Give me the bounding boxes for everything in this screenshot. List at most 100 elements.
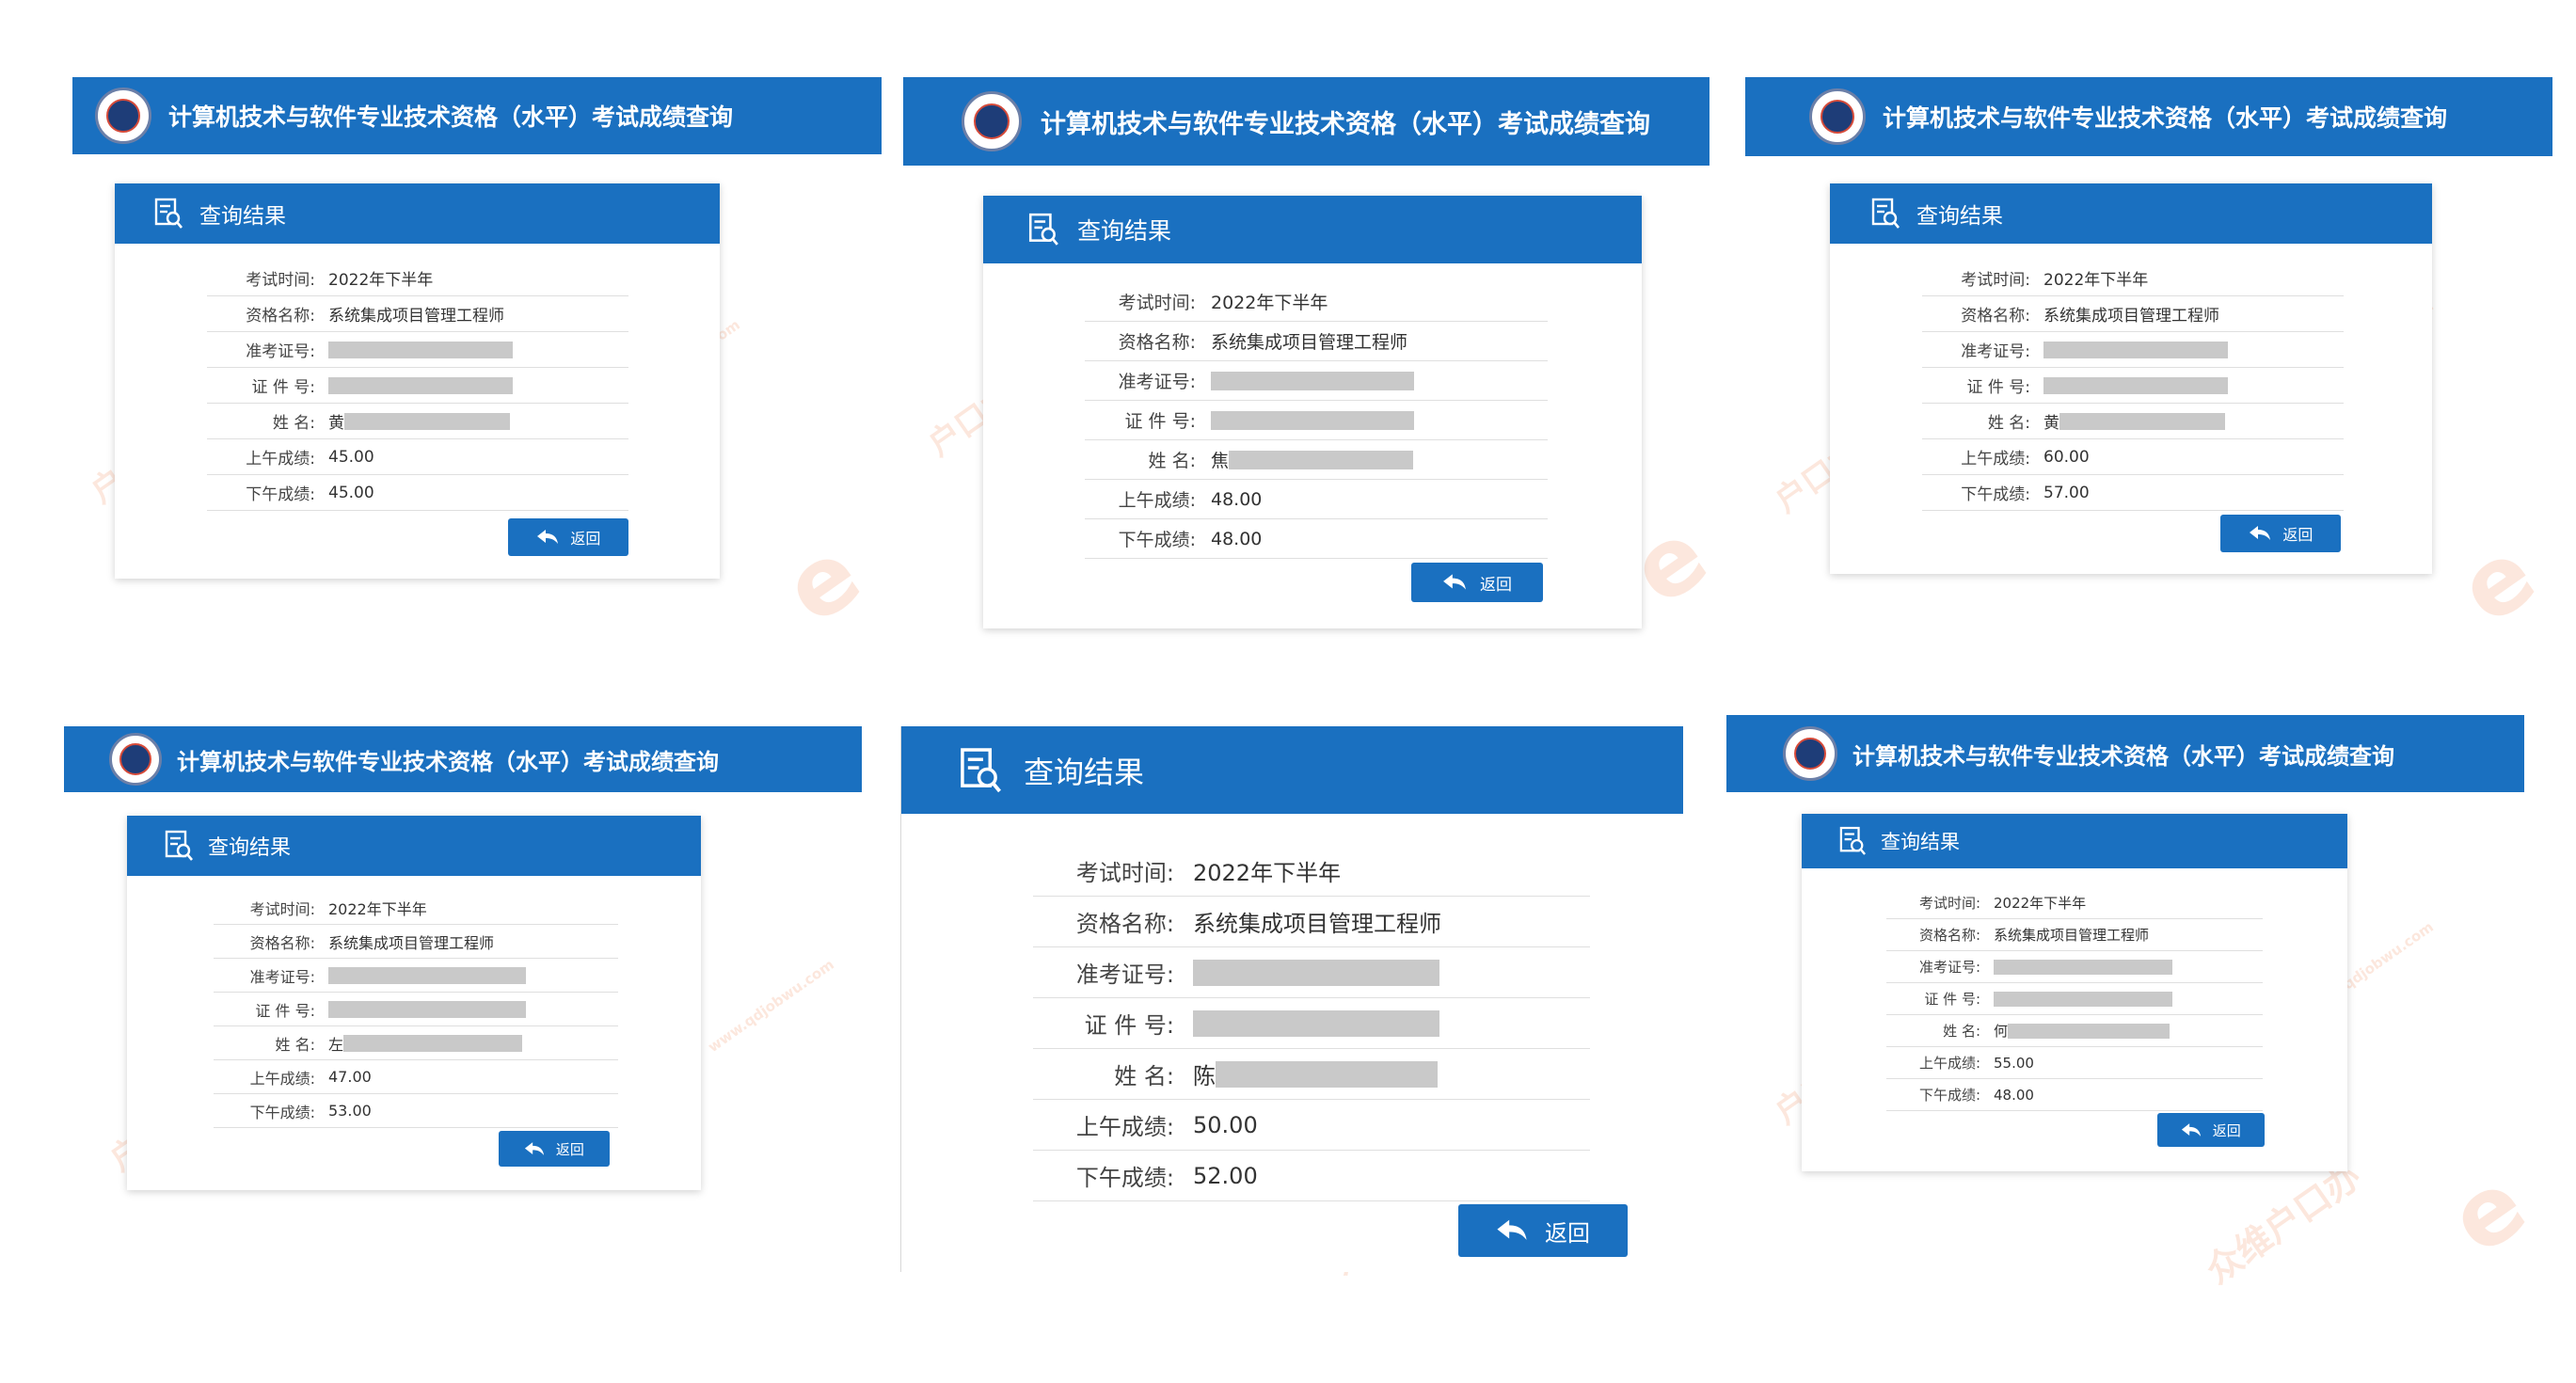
- panel-header: 查询结果: [983, 196, 1642, 263]
- back-button-label: 返回: [1545, 1219, 1590, 1247]
- row-ticket: 准考证号:: [207, 332, 628, 368]
- row-name: 姓 名: 黄: [207, 404, 628, 439]
- value-qualification: 系统集成项目管理工程师: [1193, 911, 1441, 937]
- redacted-ticket: [328, 341, 513, 358]
- value-exam-time: 2022年下半年: [2043, 271, 2149, 290]
- result-panel: 查询结果 考试时间: 2022年下半年 资格名称: 系统集成项目管理工程师 准考证号…: [1802, 814, 2347, 1171]
- row-pm-score: 下午成绩: 48.00: [1085, 519, 1548, 559]
- exam-logo-icon: [1783, 726, 1837, 781]
- site-banner: 计算机技术与软件专业技术资格（水平）考试成绩查询: [72, 77, 882, 154]
- label-exam-time: 考试时间:: [249, 899, 315, 918]
- row-ticket: 准考证号:: [1886, 951, 2263, 983]
- row-am-score: 上午成绩: 60.00: [1922, 439, 2344, 475]
- label-exam-time: 考试时间:: [1075, 860, 1174, 886]
- redacted-name: [344, 412, 510, 430]
- label-am-score: 上午成绩:: [249, 1069, 315, 1088]
- row-ticket: 准考证号:: [1922, 332, 2344, 368]
- redacted-name: [1216, 1060, 1438, 1088]
- redacted-id: [1211, 410, 1414, 430]
- label-qualification: 资格名称:: [246, 307, 315, 326]
- value-pm-score: 45.00: [328, 483, 374, 502]
- row-pm-score: 下午成绩: 57.00: [1922, 475, 2344, 511]
- row-qualification: 资格名称: 系统集成项目管理工程师: [1085, 322, 1548, 361]
- row-am-score: 上午成绩: 50.00: [1033, 1100, 1590, 1151]
- label-ticket: 准考证号:: [1075, 962, 1174, 988]
- value-qualification: 系统集成项目管理工程师: [1994, 927, 2150, 944]
- site-banner: 计算机技术与软件专业技术资格（水平）考试成绩查询: [1745, 77, 2552, 156]
- back-button-label: 返回: [555, 1140, 584, 1158]
- back-button[interactable]: 返回: [1458, 1204, 1628, 1257]
- label-exam-time: 考试时间:: [1918, 895, 1980, 912]
- value-name-prefix: 焦: [1211, 451, 1230, 471]
- value-exam-time: 2022年下半年: [328, 899, 427, 918]
- row-id: 证 件 号:: [214, 993, 618, 1026]
- banner-title: 计算机技术与软件专业技术资格（水平）考试成绩查询: [177, 748, 719, 775]
- row-exam-time: 考试时间: 2022年下半年: [1085, 282, 1548, 322]
- value-am-score: 45.00: [328, 447, 374, 467]
- label-ticket: 准考证号:: [249, 967, 315, 986]
- back-button[interactable]: 返回: [508, 518, 628, 556]
- row-exam-time: 考试时间: 2022年下半年: [1886, 887, 2263, 919]
- row-am-score: 上午成绩: 55.00: [1886, 1047, 2263, 1079]
- value-pm-score: 52.00: [1193, 1162, 1258, 1189]
- back-button[interactable]: 返回: [2220, 515, 2341, 552]
- label-am-score: 上午成绩:: [1918, 1055, 1980, 1072]
- label-qualification: 资格名称:: [1075, 911, 1174, 937]
- label-name: 姓 名:: [1148, 451, 1196, 471]
- label-id: 证 件 号:: [1124, 411, 1196, 432]
- value-am-score: 55.00: [1994, 1054, 2034, 1072]
- watermark-logo: e: [2439, 518, 2555, 645]
- label-ticket: 准考证号:: [1918, 959, 1980, 976]
- watermark-logo: e: [2429, 1149, 2546, 1276]
- redacted-ticket: [1193, 959, 1439, 986]
- redacted-name: [2008, 1023, 2171, 1039]
- back-button-label: 返回: [1480, 575, 1512, 595]
- back-button[interactable]: 返回: [499, 1131, 610, 1167]
- value-exam-time: 2022年下半年: [1211, 293, 1328, 313]
- value-qualification: 系统集成项目管理工程师: [328, 933, 495, 952]
- banner-title: 计算机技术与软件专业技术资格（水平）考试成绩查询: [168, 103, 734, 131]
- redacted-ticket: [328, 966, 526, 984]
- label-qualification: 资格名称:: [1961, 307, 2030, 326]
- label-pm-score: 下午成绩:: [1075, 1165, 1174, 1191]
- banner-title: 计算机技术与软件专业技术资格（水平）考试成绩查询: [1041, 109, 1650, 139]
- back-arrow-icon: [2249, 526, 2270, 540]
- exam-logo-icon: [962, 91, 1022, 151]
- label-ticket: 准考证号:: [1118, 372, 1196, 392]
- back-arrow-icon: [2182, 1122, 2202, 1137]
- row-id: 证 件 号:: [1033, 998, 1590, 1049]
- row-pm-score: 下午成绩: 48.00: [1886, 1079, 2263, 1111]
- label-id: 证 件 号:: [255, 1001, 315, 1020]
- back-button[interactable]: 返回: [2157, 1113, 2265, 1147]
- row-pm-score: 下午成绩: 53.00: [214, 1094, 618, 1128]
- row-qualification: 资格名称: 系统集成项目管理工程师: [1922, 296, 2344, 332]
- value-pm-score: 48.00: [1211, 528, 1263, 549]
- value-am-score: 60.00: [2043, 447, 2090, 467]
- label-ticket: 准考证号:: [246, 342, 315, 361]
- label-id: 证 件 号:: [1084, 1012, 1174, 1039]
- value-am-score: 50.00: [1193, 1111, 1258, 1138]
- row-pm-score: 下午成绩: 45.00: [207, 475, 628, 511]
- banner-title: 计算机技术与软件专业技术资格（水平）考试成绩查询: [1883, 104, 2448, 132]
- watermark-logo: e: [764, 518, 881, 645]
- value-exam-time: 2022年下半年: [328, 271, 434, 290]
- value-exam-time: 2022年下半年: [1994, 895, 2087, 912]
- row-name: 姓 名: 何: [1886, 1015, 2263, 1047]
- label-pm-score: 下午成绩:: [249, 1103, 315, 1121]
- value-pm-score: 53.00: [328, 1102, 372, 1120]
- document-search-icon: [154, 198, 183, 230]
- value-pm-score: 57.00: [2043, 483, 2090, 502]
- value-name-prefix: 左: [328, 1035, 344, 1054]
- label-pm-score: 下午成绩:: [246, 485, 315, 504]
- document-search-icon: [1028, 213, 1058, 246]
- value-am-score: 47.00: [328, 1068, 372, 1086]
- back-button[interactable]: 返回: [1411, 563, 1543, 602]
- back-arrow-icon: [1443, 574, 1466, 590]
- value-pm-score: 48.00: [1994, 1086, 2034, 1104]
- row-ticket: 准考证号:: [1085, 361, 1548, 401]
- watermark-text: www.qdjobwu.com: [705, 956, 837, 1056]
- site-banner: 计算机技术与软件专业技术资格（水平）考试成绩查询: [64, 726, 862, 792]
- exam-logo-icon: [1809, 88, 1866, 145]
- value-qualification: 系统集成项目管理工程师: [328, 307, 504, 326]
- panel-header: 查询结果: [115, 183, 720, 244]
